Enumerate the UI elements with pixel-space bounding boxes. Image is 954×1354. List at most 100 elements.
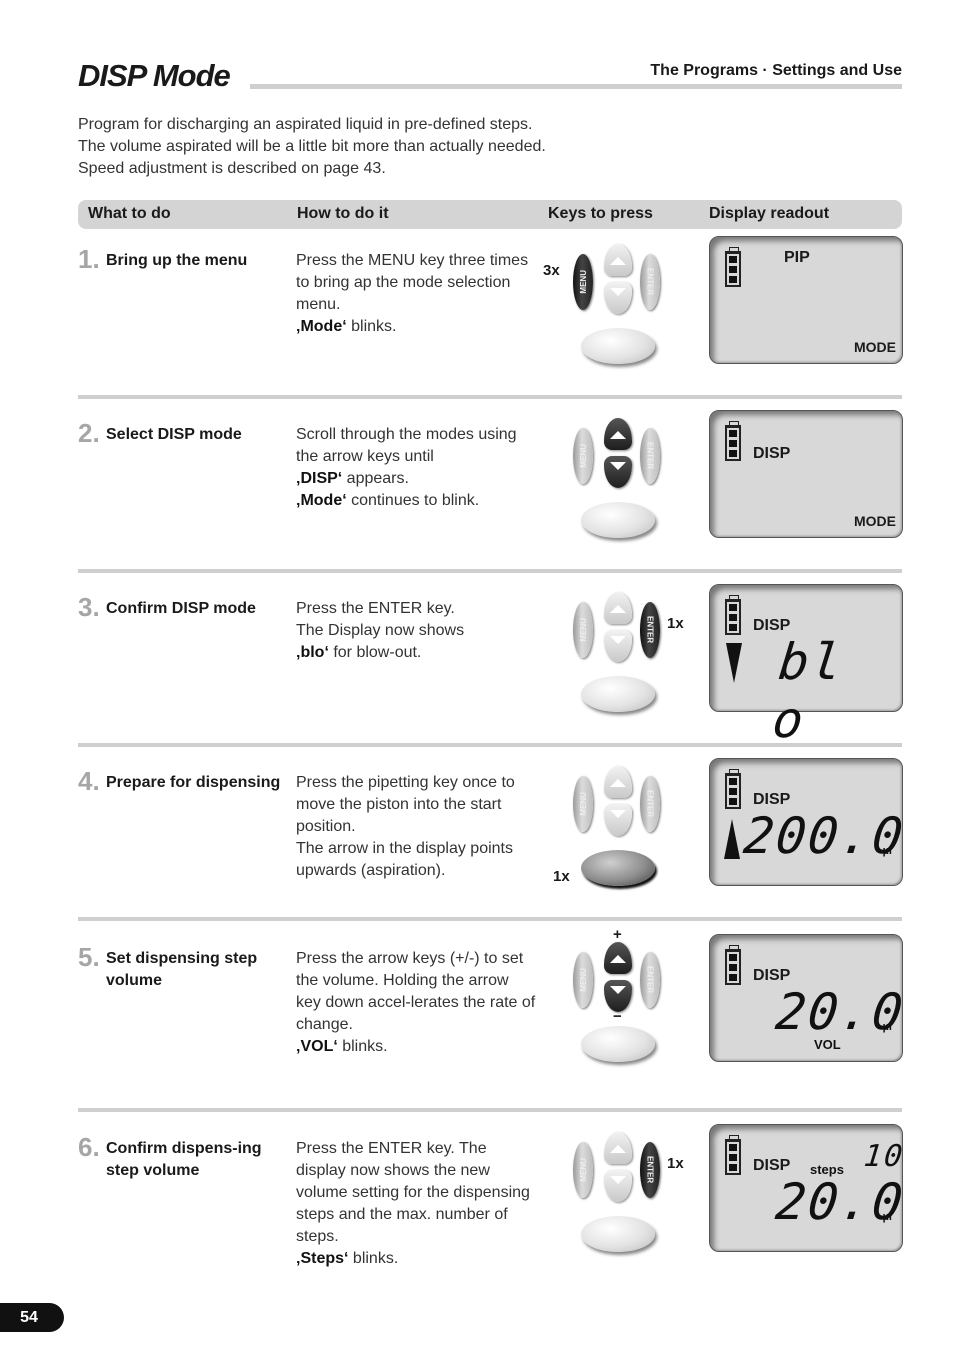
step-desc-line: ‚blo‘ for blow-out. <box>296 644 422 661</box>
step-divider <box>78 743 902 747</box>
down-arrow-key[interactable] <box>604 804 632 836</box>
step-desc-line: Scroll through the modes using the arrow… <box>296 426 517 465</box>
dispense-arrow-icon <box>726 643 742 683</box>
lcd-unit: µl <box>882 1211 892 1223</box>
battery-icon <box>725 769 741 809</box>
emphasis: ‚VOL‘ <box>296 1038 338 1055</box>
aspirate-arrow-icon <box>724 819 740 859</box>
lcd-display: DISP 20.0 µl VOL <box>709 934 907 1062</box>
step-desc-line: ‚VOL‘ blinks. <box>296 1038 388 1055</box>
intro-line: Program for discharging an aspirated liq… <box>78 116 533 133</box>
down-arrow-key[interactable] <box>604 456 632 488</box>
step-description: Press the pipetting key once to move the… <box>296 772 536 882</box>
menu-key[interactable]: MENU <box>573 254 593 310</box>
press-count: 1x <box>667 615 684 632</box>
step-divider <box>78 1108 902 1112</box>
lcd-unit: µl <box>882 1021 892 1033</box>
battery-icon <box>725 1135 741 1175</box>
up-arrow-key[interactable] <box>604 592 632 624</box>
step-divider <box>78 917 902 921</box>
up-arrow-key[interactable] <box>604 418 632 450</box>
step-description: Press the ENTER key. The Display now show… <box>296 598 536 664</box>
pipetting-key[interactable] <box>581 1026 655 1062</box>
plus-label: + <box>613 926 622 943</box>
step-desc-line: ‚DISP‘ appears. <box>296 470 409 487</box>
keypad: MENU ENTER + − <box>543 926 703 1078</box>
menu-key[interactable]: MENU <box>573 602 593 658</box>
menu-key[interactable]: MENU <box>573 952 593 1008</box>
lcd-main-value: bl o <box>769 633 847 749</box>
pipetting-key[interactable] <box>581 1216 655 1252</box>
step-description: Press the MENU key three times to bring … <box>296 250 536 338</box>
down-arrow-key[interactable] <box>604 1170 632 1202</box>
enter-key[interactable]: ENTER <box>640 776 660 832</box>
up-arrow-key[interactable] <box>604 244 632 276</box>
step-title: Prepare for dispensing <box>106 774 281 791</box>
step-number: 5. <box>78 942 100 972</box>
step-desc-line: ‚Mode‘ blinks. <box>296 318 397 335</box>
lcd-display: DISP bl o <box>709 584 903 749</box>
intro-line: Speed adjustment is described on page 43… <box>78 160 386 177</box>
step-divider <box>78 569 902 573</box>
header-what: What to do <box>88 205 171 222</box>
press-count: 1x <box>553 868 570 885</box>
step-number: 3. <box>78 592 100 622</box>
lcd-mode-name: PIP <box>784 249 810 266</box>
down-arrow-key[interactable] <box>604 630 632 662</box>
keypad: MENU ENTER 3x <box>543 240 703 380</box>
lcd-vol-label: VOL <box>814 1037 841 1052</box>
lcd-steps-label: steps <box>810 1162 844 1177</box>
step-number: 6. <box>78 1132 100 1162</box>
enter-key[interactable]: ENTER <box>640 602 660 658</box>
enter-key[interactable]: ENTER <box>640 1142 660 1198</box>
keypad: MENU ENTER <box>543 414 703 554</box>
emphasis: ‚Steps‘ <box>296 1250 349 1267</box>
lcd-display: PIP MODE <box>709 236 903 364</box>
pipetting-key[interactable] <box>581 850 655 886</box>
enter-key[interactable]: ENTER <box>640 254 660 310</box>
lcd-mode-label: MODE <box>854 513 896 529</box>
pipetting-key[interactable] <box>581 676 655 712</box>
up-arrow-key[interactable] <box>604 766 632 798</box>
press-count: 1x <box>667 1155 684 1172</box>
down-arrow-key[interactable] <box>604 282 632 314</box>
emphasis: ‚Mode‘ <box>296 318 347 335</box>
pipetting-key[interactable] <box>581 502 655 538</box>
step-number: 4. <box>78 766 100 796</box>
intro-line: The volume aspirated will be a little bi… <box>78 138 546 155</box>
lcd-display: DISP 200.0 µl <box>709 758 908 886</box>
menu-key[interactable]: MENU <box>573 428 593 484</box>
emphasis: ‚blo‘ <box>296 644 329 661</box>
enter-key[interactable]: ENTER <box>640 428 660 484</box>
keypad: MENU ENTER 1x <box>543 588 703 728</box>
step-title: Confirm dispens-ing step volume <box>106 1140 262 1179</box>
up-arrow-key[interactable] <box>604 1132 632 1164</box>
step-title: Set dispensing step volume <box>106 950 258 989</box>
step-desc-line: Press the pipetting key once to move the… <box>296 774 515 835</box>
menu-key[interactable]: MENU <box>573 776 593 832</box>
step-title: Bring up the menu <box>106 252 248 269</box>
pipetting-key[interactable] <box>581 328 655 364</box>
step-description: Scroll through the modes using the arrow… <box>296 424 536 512</box>
step-desc-line: Press the ENTER key. <box>296 600 455 617</box>
header-keys: Keys to press <box>548 205 653 222</box>
menu-key[interactable]: MENU <box>573 1142 593 1198</box>
lcd-steps-value: 10 <box>862 1139 906 1174</box>
step-desc-line: ‚Mode‘ continues to blink. <box>296 492 480 509</box>
step-description: Press the ENTER key. The display now sho… <box>296 1138 536 1270</box>
lcd-display: DISP MODE <box>709 410 903 538</box>
lcd-mode-name: DISP <box>753 445 791 462</box>
enter-key[interactable]: ENTER <box>640 952 660 1008</box>
keypad: MENU ENTER 1x <box>543 762 703 902</box>
step-number: 2. <box>78 418 100 448</box>
up-arrow-key[interactable] <box>604 942 632 974</box>
title-rule <box>250 84 902 89</box>
step-desc-line: Press the MENU key three times to bring … <box>296 252 529 313</box>
step-desc-line: The arrow in the display points upwards … <box>296 840 513 879</box>
emphasis: ‚Mode‘ <box>296 492 347 509</box>
step-number: 1. <box>78 244 100 274</box>
battery-icon <box>725 421 741 461</box>
press-count: 3x <box>543 262 560 279</box>
header-how: How to do it <box>297 205 389 222</box>
page-title: DISP Mode <box>78 58 231 93</box>
